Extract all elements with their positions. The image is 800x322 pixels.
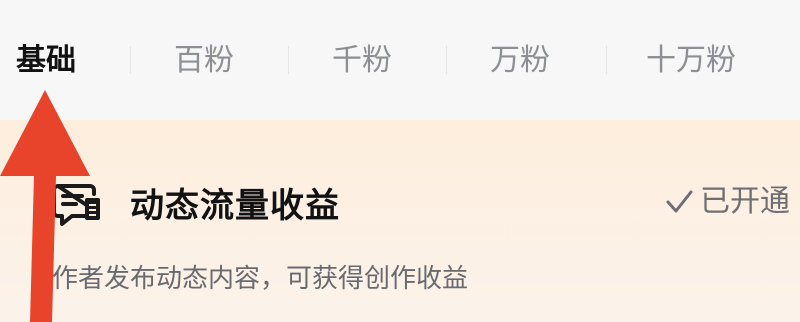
revenue-card[interactable]: 动态流量收益 已开通 作者发布动态内容，可获得创作收益 [0, 120, 800, 322]
card-title: 动态流量收益 [130, 186, 340, 226]
tab-bar: 基础 百粉 千粉 万粉 十万粉 [0, 0, 800, 120]
message-doc-icon [52, 182, 104, 228]
tab-divider [446, 46, 447, 74]
tab-thousand-fans[interactable]: 千粉 [332, 38, 392, 84]
screen: 基础 百粉 千粉 万粉 十万粉 动态流量收益 已开通 作者发布动态内容，可获得创… [0, 0, 800, 322]
tab-basic[interactable]: 基础 [16, 38, 76, 84]
card-description: 作者发布动态内容，可获得创作收益 [52, 264, 469, 294]
tab-divider [130, 46, 131, 74]
tab-ten-thousand-fans[interactable]: 万粉 [490, 38, 550, 84]
tab-divider [288, 46, 289, 74]
tab-hundred-fans[interactable]: 百粉 [174, 38, 234, 84]
tab-hundred-thousand-fans[interactable]: 十万粉 [646, 38, 736, 84]
tab-divider [606, 46, 607, 74]
check-icon [664, 186, 694, 216]
status-label: 已开通 [700, 184, 790, 219]
status-badge: 已开通 [664, 180, 790, 224]
